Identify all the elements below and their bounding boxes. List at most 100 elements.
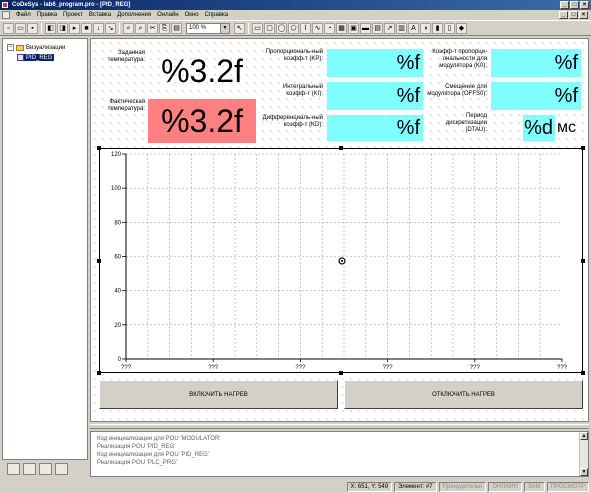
- alarm-table-icon[interactable]: ▥: [396, 22, 407, 34]
- ki-value[interactable]: %f: [327, 82, 423, 110]
- copy-icon[interactable]: ⎘: [159, 22, 170, 34]
- kp-label: Пропорциональ-ный коэфф-т (KP):: [265, 49, 323, 62]
- kd-label: Дифференциаль-ный коэфф-т (KD):: [262, 115, 323, 128]
- y-tick-label: 60: [114, 255, 121, 261]
- menu-online[interactable]: Онлайн: [154, 12, 181, 18]
- menu-file[interactable]: Файл: [13, 12, 34, 18]
- histogram-icon[interactable]: ▯: [444, 22, 455, 34]
- mdi-restore-button[interactable]: □: [569, 11, 578, 19]
- find-icon[interactable]: ⌕: [123, 22, 134, 34]
- actual-temp-display: %3.2f: [148, 99, 256, 143]
- zoom-value: 100 %: [189, 24, 207, 31]
- cut-icon[interactable]: ✂: [147, 22, 158, 34]
- tab-resources[interactable]: [55, 463, 68, 475]
- activex-icon[interactable]: ◆: [456, 22, 467, 34]
- ki-label: Интегральный коэфф-т (KI):: [282, 84, 323, 97]
- button-icon[interactable]: ▬: [360, 22, 371, 34]
- document-icon[interactable]: [2, 11, 10, 19]
- scroll-up-icon[interactable]: ▲: [580, 432, 588, 440]
- selection-handle[interactable]: [581, 259, 585, 263]
- stop-icon[interactable]: ■: [81, 22, 92, 34]
- menu-extras[interactable]: Дополнения: [114, 12, 154, 18]
- object-organizer: − Визуализации PID_REG: [2, 38, 88, 460]
- visualization-icon: [17, 54, 24, 61]
- selection-handle[interactable]: [581, 146, 585, 150]
- y-tick-label: 20: [114, 323, 121, 329]
- status-forced: Принудительн: [438, 481, 487, 492]
- tab-visualizations[interactable]: [39, 463, 52, 475]
- k0-value[interactable]: %f: [491, 49, 581, 77]
- select-icon[interactable]: ↖: [234, 22, 245, 34]
- offs0-value[interactable]: %f: [491, 82, 581, 110]
- login-icon[interactable]: ◧: [45, 22, 56, 34]
- minimize-button[interactable]: _: [560, 1, 569, 9]
- logout-icon[interactable]: ◨: [57, 22, 68, 34]
- y-tick-label: 40: [114, 289, 121, 295]
- tree-item-pid-reg[interactable]: PID_REG: [17, 54, 55, 61]
- y-tick-label: 80: [114, 220, 121, 226]
- curve-icon[interactable]: ∿: [312, 22, 323, 34]
- menu-window[interactable]: Окно: [182, 12, 202, 18]
- chevron-down-icon[interactable]: ▼: [220, 23, 229, 33]
- tab-datatypes[interactable]: [23, 463, 36, 475]
- zoom-select[interactable]: 100 % ▼: [186, 22, 230, 34]
- polyline-icon[interactable]: ⌇: [300, 22, 311, 34]
- selection-handle[interactable]: [97, 146, 101, 150]
- rectangle-icon[interactable]: ▭: [252, 22, 263, 34]
- polygon-icon[interactable]: ⬠: [288, 22, 299, 34]
- heating-on-button[interactable]: ВКЛЮЧИТЬ НАГРЕВ: [99, 380, 338, 409]
- save-icon[interactable]: ▪: [27, 22, 38, 34]
- step-over-icon[interactable]: ↘: [105, 22, 116, 34]
- close-button[interactable]: ×: [580, 1, 589, 9]
- tab-pou[interactable]: [7, 463, 20, 475]
- tree-child-label: PID_REG: [26, 54, 53, 61]
- selection-handle[interactable]: [339, 371, 343, 375]
- maximize-button[interactable]: □: [570, 1, 579, 9]
- mdi-close-button[interactable]: ×: [579, 11, 588, 19]
- x-tick-label: ???: [470, 365, 481, 371]
- visualization-editor[interactable]: Заданная температура: Фактическая темпер…: [90, 38, 589, 422]
- open-icon[interactable]: ▭: [15, 22, 26, 34]
- run-icon[interactable]: ▸: [69, 22, 80, 34]
- bitmap-icon[interactable]: ▦: [336, 22, 347, 34]
- folder-icon: [16, 44, 24, 51]
- menu-project[interactable]: Проект: [60, 12, 86, 18]
- text-icon[interactable]: A: [408, 22, 419, 34]
- dtau-value[interactable]: %d: [523, 115, 555, 141]
- x-tick-label: ???: [208, 365, 219, 371]
- find-next-icon[interactable]: ⌕: [135, 22, 146, 34]
- selected-element: Элемент: #7: [394, 481, 437, 492]
- set-temp-display: %3.2f: [161, 52, 243, 89]
- selection-handle[interactable]: [339, 146, 343, 150]
- selection-handle[interactable]: [97, 259, 101, 263]
- menu-help[interactable]: Справка: [202, 12, 232, 18]
- rounded-rect-icon[interactable]: ▢: [264, 22, 275, 34]
- paste-icon[interactable]: ▤: [171, 22, 182, 34]
- step-icon[interactable]: ↓: [93, 22, 104, 34]
- bar-display-icon[interactable]: ▮: [432, 22, 443, 34]
- trend-icon[interactable]: ↗: [384, 22, 395, 34]
- trend-chart[interactable]: 120 100 80 60 40 20 0??????????????????: [99, 148, 583, 373]
- tree-item-visualizations[interactable]: − Визуализации: [7, 44, 65, 51]
- scroll-down-icon[interactable]: ▼: [580, 468, 588, 476]
- title-bar: CoDeSys - lab6_program.pro - [PID_REG] _…: [0, 0, 591, 10]
- kp-value[interactable]: %f: [327, 49, 423, 77]
- mdi-minimize-button[interactable]: _: [559, 11, 568, 19]
- kd-value[interactable]: %f: [327, 115, 423, 141]
- new-icon[interactable]: ▫: [3, 22, 14, 34]
- y-tick-label: 0: [118, 357, 122, 363]
- collapse-icon[interactable]: −: [7, 44, 14, 51]
- status-online: ОНЛАЙН: [488, 481, 522, 492]
- table-icon[interactable]: ▤: [372, 22, 383, 34]
- menu-edit[interactable]: Правка: [34, 12, 60, 18]
- selection-handle[interactable]: [97, 371, 101, 375]
- pie-icon[interactable]: ◔: [324, 22, 335, 34]
- meter-icon[interactable]: ◑: [420, 22, 431, 34]
- menu-insert[interactable]: Вставка: [86, 12, 114, 18]
- message-scrollbar[interactable]: ▲ ▼: [579, 432, 588, 476]
- ellipse-icon[interactable]: ◯: [276, 22, 287, 34]
- splitter[interactable]: [90, 424, 589, 429]
- visualization-icon[interactable]: ▣: [348, 22, 359, 34]
- selection-handle[interactable]: [581, 371, 585, 375]
- heating-off-button[interactable]: ОТКЛЮЧИТЬ НАГРЕВ: [344, 380, 583, 409]
